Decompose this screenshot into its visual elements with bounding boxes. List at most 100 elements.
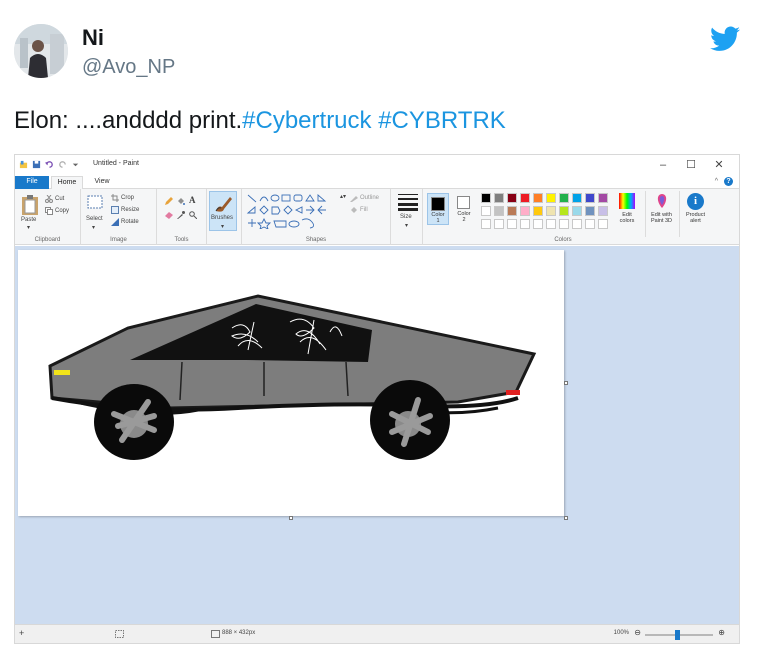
workspace[interactable] xyxy=(15,246,739,626)
tweet-text-plain: Elon: ....andddd print. xyxy=(14,107,243,134)
custom-color-slot[interactable] xyxy=(533,219,543,229)
crop-icon[interactable] xyxy=(111,194,119,202)
palette-swatch[interactable] xyxy=(533,206,543,216)
hashtag-cybertruck[interactable]: #Cybertruck xyxy=(242,107,371,134)
custom-color-slot[interactable] xyxy=(494,219,504,229)
custom-color-slot[interactable] xyxy=(598,219,608,229)
tab-home[interactable]: Home xyxy=(51,176,83,189)
custom-color-slot[interactable] xyxy=(572,219,582,229)
rotate-label[interactable]: Rotate xyxy=(121,219,139,225)
palette-swatch[interactable] xyxy=(507,206,517,216)
color-picker-icon[interactable] xyxy=(177,211,185,219)
rotate-icon[interactable] xyxy=(111,218,119,226)
copy-icon[interactable] xyxy=(45,207,53,215)
minimize-button[interactable]: – xyxy=(649,157,677,173)
collapse-ribbon-icon[interactable]: ^ xyxy=(715,178,718,185)
palette-swatch[interactable] xyxy=(559,206,569,216)
palette-swatch[interactable] xyxy=(546,206,556,216)
copy-label[interactable]: Copy xyxy=(55,208,69,214)
shapes-gallery-scroll[interactable]: ▴▾ xyxy=(340,193,346,200)
palette-swatch[interactable] xyxy=(598,206,608,216)
maximize-button[interactable]: ☐ xyxy=(677,157,705,173)
resize-label[interactable]: Resize xyxy=(121,207,139,213)
help-icon[interactable]: ? xyxy=(724,177,733,186)
product-alert-button[interactable]: i Product alert xyxy=(679,191,711,237)
user-handle[interactable]: @Avo_NP xyxy=(82,54,175,80)
zoom-slider-thumb[interactable] xyxy=(675,630,680,640)
close-button[interactable]: ✕ xyxy=(705,157,733,173)
customize-toolbar-icon[interactable] xyxy=(71,160,80,169)
color1-label: Color 1 xyxy=(431,212,445,224)
color2-button[interactable]: Color 2 xyxy=(453,193,475,225)
palette-swatch[interactable] xyxy=(494,193,504,203)
edit-paint3d-button[interactable]: Edit with Paint 3D xyxy=(645,191,677,237)
shapes-group: ▴▾ Outline Fill Shapes xyxy=(241,189,391,245)
palette-swatch[interactable] xyxy=(572,206,582,216)
color1-button[interactable]: Color 1 xyxy=(427,193,449,225)
redo-icon[interactable] xyxy=(58,160,67,169)
brushes-button[interactable]: Brushes ▾ xyxy=(209,191,237,231)
paste-icon[interactable] xyxy=(21,194,39,216)
palette-swatch[interactable] xyxy=(598,193,608,203)
drawing-canvas[interactable] xyxy=(18,250,564,516)
custom-color-slot[interactable] xyxy=(546,219,556,229)
undo-icon[interactable] xyxy=(45,160,54,169)
select-icon[interactable] xyxy=(87,195,103,209)
canvas-resize-handle-bottom[interactable] xyxy=(289,516,293,520)
cut-label[interactable]: Cut xyxy=(55,196,64,202)
hashtag-cybrtrk[interactable]: #CYBRTRK xyxy=(378,107,506,134)
shapes-gallery-icon[interactable] xyxy=(246,193,338,229)
palette-swatch[interactable] xyxy=(481,193,491,203)
palette-swatch[interactable] xyxy=(585,193,595,203)
palette-swatch[interactable] xyxy=(585,206,595,216)
text-tool-icon[interactable]: A xyxy=(189,195,196,205)
zoom-out-icon[interactable]: ⊖ xyxy=(634,628,641,637)
resize-icon[interactable] xyxy=(111,206,119,214)
paste-label[interactable]: Paste xyxy=(21,217,36,223)
custom-color-slot[interactable] xyxy=(507,219,517,229)
palette-swatch[interactable] xyxy=(520,193,530,203)
crop-label[interactable]: Crop xyxy=(121,195,134,201)
zoom-slider[interactable] xyxy=(645,630,713,640)
palette-swatch[interactable] xyxy=(572,193,582,203)
palette-swatch[interactable] xyxy=(559,193,569,203)
palette-swatch[interactable] xyxy=(494,206,504,216)
display-name[interactable]: Ni xyxy=(82,24,175,52)
select-label[interactable]: Select xyxy=(86,216,103,222)
image-group-label: Image xyxy=(110,237,127,243)
cut-icon[interactable] xyxy=(45,195,53,203)
custom-color-slot[interactable] xyxy=(585,219,595,229)
canvas-resize-handle-right[interactable] xyxy=(564,381,568,385)
palette-swatch[interactable] xyxy=(520,206,530,216)
paint-screenshot[interactable]: Untitled - Paint – ☐ ✕ File Home View ^ … xyxy=(14,154,740,644)
colors-group-label: Colors xyxy=(554,237,572,243)
custom-color-slot[interactable] xyxy=(559,219,569,229)
paste-dropdown-icon[interactable]: ▾ xyxy=(27,224,30,231)
fill-icon[interactable] xyxy=(350,206,358,214)
edit-colors-button[interactable]: Edit colors xyxy=(615,191,639,237)
fill-bucket-icon[interactable] xyxy=(177,197,185,205)
pencil-icon[interactable] xyxy=(165,197,173,205)
palette-swatch[interactable] xyxy=(533,193,543,203)
outline-label[interactable]: Outline xyxy=(360,195,379,201)
eraser-icon[interactable] xyxy=(165,211,173,219)
paint3d-icon xyxy=(657,194,667,208)
canvas-resize-handle-corner[interactable] xyxy=(564,516,568,520)
select-dropdown-icon[interactable]: ▾ xyxy=(92,224,95,231)
custom-color-slot[interactable] xyxy=(520,219,530,229)
avatar[interactable] xyxy=(14,24,68,78)
size-control[interactable]: Size ▾ xyxy=(393,189,423,245)
cursor-position-icon: + xyxy=(19,628,25,638)
palette-swatch[interactable] xyxy=(507,193,517,203)
save-icon[interactable] xyxy=(32,160,41,169)
tab-file[interactable]: File xyxy=(15,176,49,189)
magnifier-icon[interactable] xyxy=(189,211,197,219)
fill-label[interactable]: Fill xyxy=(360,207,368,213)
palette-swatch[interactable] xyxy=(546,193,556,203)
twitter-bird-icon[interactable] xyxy=(710,26,740,52)
palette-swatch[interactable] xyxy=(481,206,491,216)
zoom-in-icon[interactable]: ⊕ xyxy=(718,628,725,637)
tab-view[interactable]: View xyxy=(87,176,117,189)
outline-icon[interactable] xyxy=(350,194,358,202)
custom-color-slot[interactable] xyxy=(481,219,491,229)
